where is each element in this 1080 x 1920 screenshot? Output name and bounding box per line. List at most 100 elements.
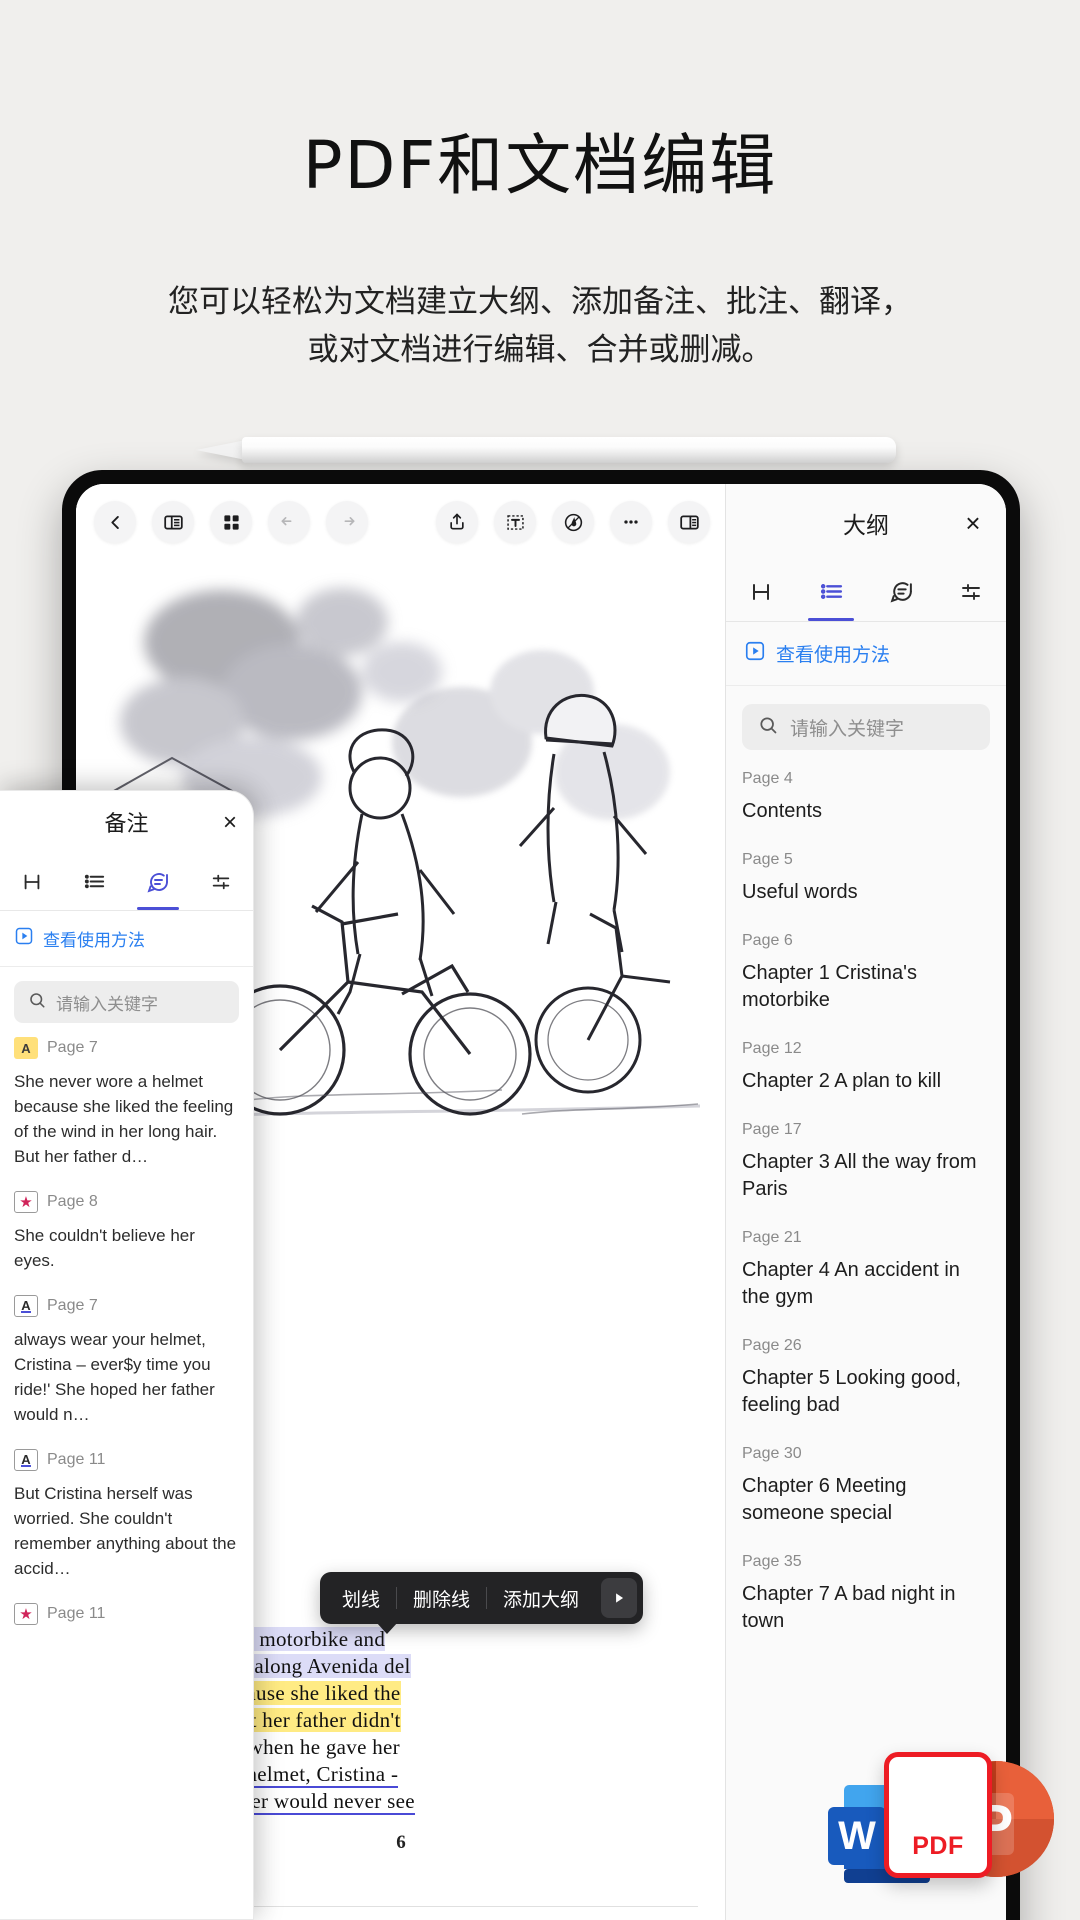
ctx-next-arrow-icon[interactable] bbox=[601, 1578, 637, 1618]
outline-entry-title: Chapter 5 Looking good, feeling bad bbox=[742, 1365, 990, 1419]
notes-panel-title: 备注 bbox=[104, 806, 148, 838]
undo-arrow-icon[interactable] bbox=[268, 501, 310, 543]
outline-entry-page: Page 30 bbox=[742, 1445, 990, 1463]
star-badge-icon: ★ bbox=[14, 1191, 38, 1213]
pdf-card: PDF bbox=[884, 1752, 992, 1878]
close-icon[interactable]: × bbox=[223, 811, 237, 835]
note-page: Page 11 bbox=[47, 1451, 105, 1469]
outline-entry-title: Chapter 6 Meeting someone special bbox=[742, 1473, 990, 1527]
ctx-add-outline-option[interactable]: 添加大纲 bbox=[487, 1585, 595, 1612]
share-upload-icon[interactable] bbox=[436, 501, 478, 543]
more-dots-icon[interactable] bbox=[610, 501, 652, 543]
outline-entry[interactable]: Page 30 Chapter 6 Meeting someone specia… bbox=[742, 1445, 990, 1527]
note-item[interactable]: A Page 11 But Cristina herself was worri… bbox=[14, 1449, 239, 1581]
promo-page: PDF和文档编辑 您可以轻松为文档建立大纲、添加备注、批注、翻译， 或对文档进行… bbox=[0, 0, 1080, 1920]
outline-search-placeholder: 请输入关键字 bbox=[790, 714, 904, 741]
underline-badge-icon: A bbox=[14, 1295, 38, 1317]
outline-entry[interactable]: Page 17 Chapter 3 All the way from Paris bbox=[742, 1121, 990, 1203]
pen-mode-icon[interactable] bbox=[552, 501, 594, 543]
sidebar-layout-icon[interactable] bbox=[152, 501, 194, 543]
play-video-icon bbox=[744, 640, 766, 667]
outline-entry-title: Chapter 7 A bad night in town bbox=[742, 1581, 990, 1635]
tab-settings[interactable] bbox=[190, 853, 253, 910]
notes-panel-tabs bbox=[0, 853, 253, 911]
close-icon[interactable]: × bbox=[960, 510, 986, 536]
notes-search-input[interactable]: 请输入关键字 bbox=[14, 981, 239, 1023]
tab-notes[interactable] bbox=[127, 853, 190, 910]
outline-howto-label: 查看使用方法 bbox=[776, 640, 890, 667]
notes-panel-header: 备注 × bbox=[0, 791, 253, 853]
note-item[interactable]: A Page 7 She never wore a helmet because… bbox=[14, 1037, 239, 1169]
outline-entry-title: Contents bbox=[742, 798, 990, 825]
outline-entry-title: Useful words bbox=[742, 879, 990, 906]
outline-panel-title: 大纲 bbox=[843, 506, 889, 540]
tab-bookmark[interactable] bbox=[0, 853, 63, 910]
ctx-underline-option[interactable]: 划线 bbox=[326, 1585, 396, 1612]
note-meta: A Page 7 bbox=[14, 1037, 239, 1059]
ctx-toolbar-pointer bbox=[376, 1622, 398, 1634]
ctx-strikethrough-option[interactable]: 删除线 bbox=[397, 1585, 486, 1612]
outline-entry[interactable]: Page 5 Useful words bbox=[742, 851, 990, 906]
page-subtitle: 您可以轻松为文档建立大纲、添加备注、批注、翻译， 或对文档进行编辑、合并或删减。 bbox=[0, 278, 1080, 374]
stylus-pencil bbox=[196, 437, 896, 463]
outline-howto-link[interactable]: 查看使用方法 bbox=[726, 622, 1006, 686]
outline-entry-title: Chapter 3 All the way from Paris bbox=[742, 1149, 990, 1203]
outline-search-input[interactable]: 请输入关键字 bbox=[742, 704, 990, 750]
svg-text:W: W bbox=[838, 1814, 876, 1858]
file-format-icons: P W PDF bbox=[798, 1722, 1058, 1912]
back-chevron-icon[interactable] bbox=[94, 501, 136, 543]
page-subtitle-line2: 或对文档进行编辑、合并或删减。 bbox=[0, 326, 1080, 374]
note-item[interactable]: ★ Page 8 She couldn't believe her eyes. bbox=[14, 1191, 239, 1273]
note-text: But Cristina herself was worried. She co… bbox=[14, 1481, 239, 1581]
page-title: PDF和文档编辑 bbox=[0, 128, 1080, 204]
redo-arrow-icon[interactable] bbox=[326, 501, 368, 543]
notes-howto-label: 查看使用方法 bbox=[43, 926, 145, 951]
tab-settings[interactable] bbox=[936, 562, 1006, 621]
outline-entry-page: Page 35 bbox=[742, 1553, 990, 1571]
note-text: She never wore a helmet because she like… bbox=[14, 1069, 239, 1169]
note-item[interactable]: ★ Page 11 bbox=[14, 1603, 239, 1625]
notes-panel: 备注 × 查看使用方法 请输 bbox=[0, 790, 254, 1920]
notes-search-placeholder: 请输入关键字 bbox=[56, 990, 158, 1015]
star-badge-icon: ★ bbox=[14, 1603, 38, 1625]
outline-entry-title: Chapter 1 Cristina's motorbike bbox=[742, 960, 990, 1014]
play-video-icon bbox=[14, 926, 34, 951]
outline-panel-header: 大纲 × bbox=[726, 484, 1006, 562]
outline-entry-page: Page 4 bbox=[742, 770, 990, 788]
tab-outline[interactable] bbox=[63, 853, 126, 910]
note-meta: ★ Page 11 bbox=[14, 1603, 239, 1625]
search-icon bbox=[758, 715, 778, 740]
tab-notes[interactable] bbox=[866, 562, 936, 621]
right-panel-icon[interactable] bbox=[668, 501, 710, 543]
outline-entry-page: Page 5 bbox=[742, 851, 990, 869]
note-meta: A Page 7 bbox=[14, 1295, 239, 1317]
notes-item-list: A Page 7 She never wore a helmet because… bbox=[0, 1027, 253, 1919]
toolbar-left-group bbox=[94, 501, 368, 543]
note-text: She couldn't believe her eyes. bbox=[14, 1223, 239, 1273]
outline-entry[interactable]: Page 26 Chapter 5 Looking good, feeling … bbox=[742, 1337, 990, 1419]
note-page: Page 8 bbox=[47, 1193, 98, 1211]
outline-entry[interactable]: Page 21 Chapter 4 An accident in the gym bbox=[742, 1229, 990, 1311]
grid-thumbnails-icon[interactable] bbox=[210, 501, 252, 543]
note-item[interactable]: A Page 7 always wear your helmet, Cristi… bbox=[14, 1295, 239, 1427]
page-subtitle-line1: 您可以轻松为文档建立大纲、添加备注、批注、翻译， bbox=[0, 278, 1080, 326]
text-context-toolbar[interactable]: 划线 删除线 添加大纲 bbox=[320, 1572, 643, 1624]
outline-entry[interactable]: Page 6 Chapter 1 Cristina's motorbike bbox=[742, 932, 990, 1014]
note-page: Page 7 bbox=[47, 1297, 98, 1315]
pdf-label: PDF bbox=[912, 1832, 964, 1861]
tab-bookmark[interactable] bbox=[726, 562, 796, 621]
outline-entry[interactable]: Page 4 Contents bbox=[742, 770, 990, 825]
note-text: always wear your helmet, Cristina – ever… bbox=[14, 1327, 239, 1427]
outline-entry[interactable]: Page 12 Chapter 2 A plan to kill bbox=[742, 1040, 990, 1095]
text-box-icon[interactable] bbox=[494, 501, 536, 543]
outline-entry[interactable]: Page 35 Chapter 7 A bad night in town bbox=[742, 1553, 990, 1635]
pdf-icon: PDF bbox=[884, 1752, 992, 1878]
outline-entry-page: Page 6 bbox=[742, 932, 990, 950]
outline-entry-page: Page 17 bbox=[742, 1121, 990, 1139]
tab-outline[interactable] bbox=[796, 562, 866, 621]
highlight-badge-icon: A bbox=[14, 1037, 38, 1059]
document-toolbar bbox=[76, 484, 726, 560]
note-page: Page 7 bbox=[47, 1039, 98, 1057]
notes-howto-link[interactable]: 查看使用方法 bbox=[0, 911, 253, 967]
note-meta: A Page 11 bbox=[14, 1449, 239, 1471]
